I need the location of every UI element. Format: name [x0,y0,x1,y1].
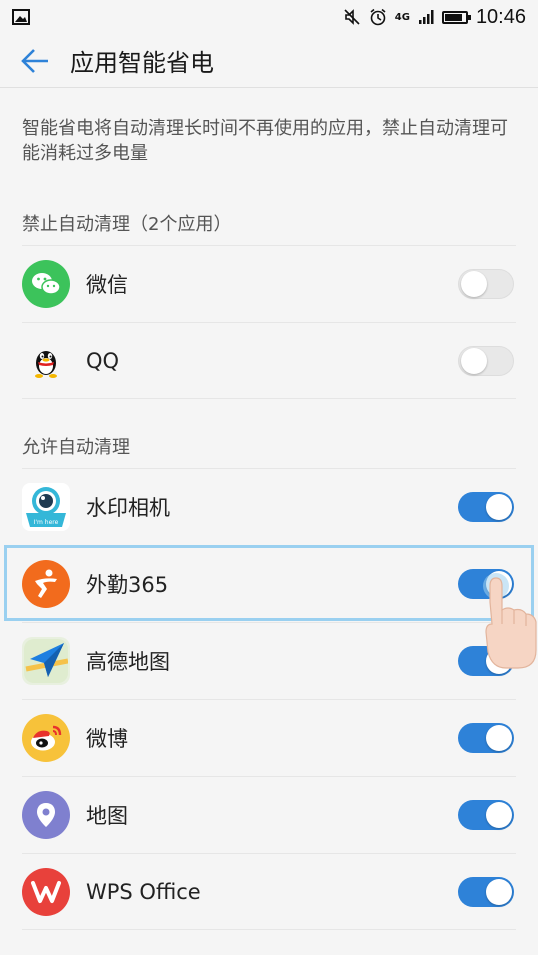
app-name: 外勤365 [86,572,169,597]
app-name: 水印相机 [86,495,170,520]
auto-clean-toggle[interactable] [458,269,514,299]
amap-icon [22,637,70,685]
list-item[interactable]: 外勤365 [0,545,538,622]
network-label: 4G [394,11,410,23]
mute-icon [344,9,360,25]
back-button[interactable] [0,34,70,88]
maps-icon [22,791,70,839]
hand-pointer-icon [483,573,537,669]
watermark-camera-icon: I'm here [22,483,70,531]
auto-clean-toggle[interactable] [458,877,514,907]
list-item[interactable]: I'm here 水印相机 [0,468,538,545]
alarm-icon [370,8,386,26]
auto-clean-toggle[interactable] [458,346,514,376]
list-item[interactable]: 微博 [0,699,538,776]
auto-clean-toggle[interactable] [458,723,514,753]
auto-clean-toggle[interactable] [458,492,514,522]
list-item[interactable]: 微信 [0,245,538,322]
status-time: 10:46 [475,5,526,28]
app-name: 地图 [86,803,128,828]
list-item[interactable]: WPS Office [0,853,538,930]
section-title-forbidden: 禁止自动清理（2个应用） [22,214,232,235]
app-name: 微博 [86,726,128,751]
arrow-left-icon [21,48,48,73]
list-item[interactable]: QQ [0,322,538,399]
section-title-allowed: 允许自动清理 [22,437,130,458]
app-bar: 应用智能省电 [0,34,538,88]
image-icon [12,9,30,25]
app-name: 微信 [86,272,128,297]
weibo-icon [22,714,70,762]
auto-clean-toggle[interactable] [458,800,514,830]
app-name: QQ [86,348,120,373]
qq-icon [22,337,70,385]
app-name: WPS Office [86,879,201,904]
battery-icon [441,10,471,24]
status-bar: 4G 10:46 [0,0,538,34]
description-text: 智能省电将自动清理长时间不再使用的应用，禁止自动清理可能消耗过多电量 [22,118,508,164]
app-name: 高德地图 [86,649,170,674]
forbidden-app-list: 微信 QQ [0,245,538,399]
svg-text:I'm here: I'm here [34,519,59,526]
wechat-icon [22,260,70,308]
allowed-app-list: I'm here 水印相机 外勤365 高德地图 微博 地图 WPS Offic… [0,468,538,930]
list-item[interactable]: 高德地图 [0,622,538,699]
wps-office-icon [22,868,70,916]
list-item[interactable]: 地图 [0,776,538,853]
page-title: 应用智能省电 [70,49,214,77]
waiqin365-icon [22,560,70,608]
signal-icon [418,10,434,24]
